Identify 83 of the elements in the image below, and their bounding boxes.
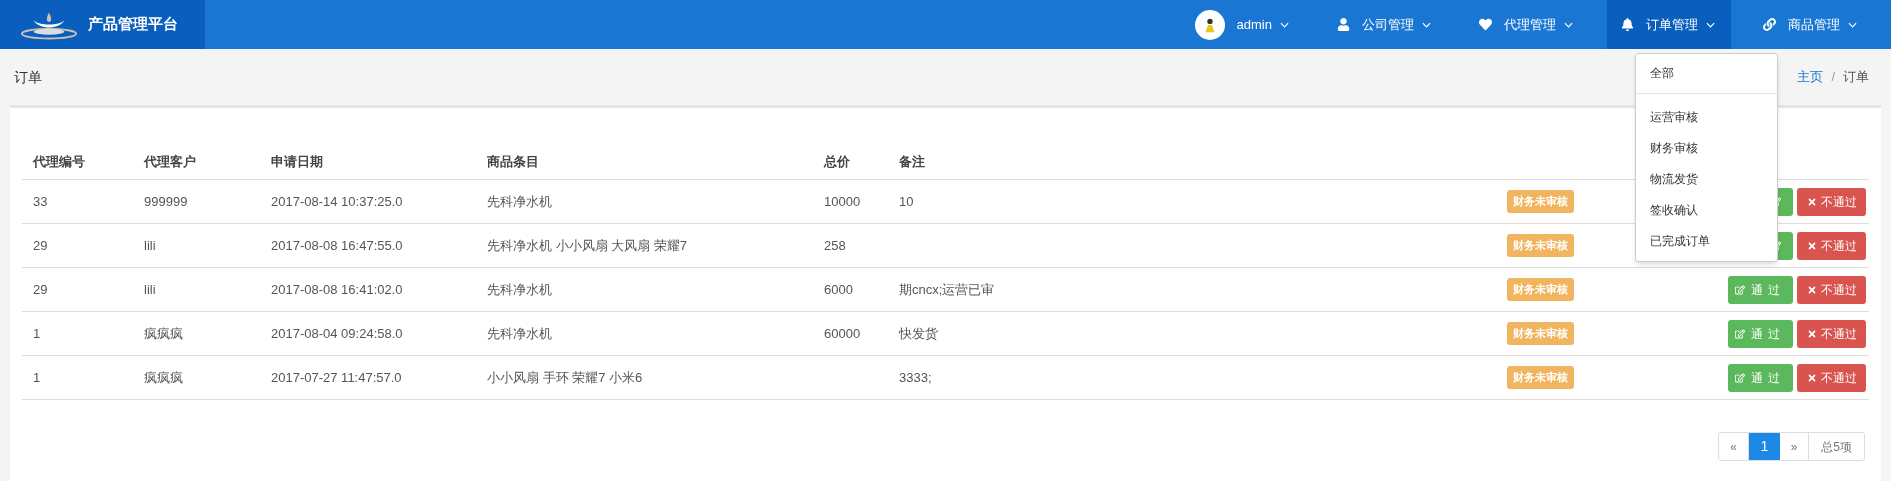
dropdown-item[interactable]: 物流发货	[1636, 164, 1777, 195]
reject-button[interactable]: 不通过	[1797, 363, 1866, 392]
column-header: 备注	[898, 153, 926, 172]
close-icon	[1806, 196, 1817, 207]
nav-menu-item[interactable]: 订单管理	[1607, 0, 1731, 49]
table-cell: 6000	[824, 281, 853, 297]
table-cell: 2017-08-08 16:47:55.0	[271, 237, 403, 253]
table-cell: 2017-08-14 10:37:25.0	[271, 193, 403, 209]
column-header: 总价	[822, 153, 851, 172]
column-header: 代理客户	[142, 153, 197, 172]
status-badge: 财务未审核	[1507, 278, 1574, 301]
table-cell: 2017-08-04 09:24:58.0	[271, 325, 403, 341]
heart-icon	[1479, 18, 1492, 31]
table-cell: 疯疯疯	[144, 325, 183, 341]
brand-title: 产品管理平台	[88, 14, 178, 35]
nav-menu-item[interactable]: 商品管理	[1749, 0, 1873, 49]
table-cell: lili	[144, 237, 156, 253]
table-cell: 先科净水机	[487, 193, 552, 209]
person-icon	[1337, 18, 1350, 31]
table-cell: 疯疯疯	[144, 369, 183, 385]
nav-menu-item[interactable]: 公司管理	[1323, 0, 1447, 49]
approve-button[interactable]: 通 过	[1728, 319, 1793, 348]
nav-menu-item[interactable]: 代理管理	[1465, 0, 1589, 49]
total-count: 总5项	[1820, 438, 1853, 456]
column-header: 申请日期	[270, 153, 324, 172]
table-cell: 258	[824, 237, 846, 253]
close-icon	[1806, 372, 1817, 383]
dropdown-item[interactable]: 已完成订单	[1636, 226, 1777, 257]
table-cell: 1	[33, 369, 41, 385]
link-icon	[1763, 18, 1776, 31]
close-icon	[1806, 328, 1817, 339]
chevron-down-icon	[1848, 21, 1857, 28]
table-cell: 快发货	[899, 325, 938, 341]
reject-button[interactable]: 不通过	[1797, 187, 1866, 216]
table-cell: 先科净水机 小小风扇 大风扇 荣耀7	[487, 237, 688, 253]
chevron-down-icon	[1280, 21, 1289, 28]
table-cell: 60000	[824, 325, 861, 341]
table-cell: 1	[33, 325, 41, 341]
table-cell: 10	[899, 193, 914, 209]
approve-button[interactable]: 通 过	[1728, 363, 1793, 392]
dropdown-item[interactable]: 运营审核	[1636, 102, 1777, 133]
edit-icon	[1734, 372, 1745, 383]
approve-button[interactable]: 通 过	[1728, 275, 1793, 304]
table-cell: 29	[33, 237, 48, 253]
table-cell: 999999	[144, 193, 188, 209]
status-badge: 财务未审核	[1507, 322, 1574, 345]
table-cell: 3333;	[899, 369, 932, 385]
next-page-button[interactable]: »	[1780, 433, 1809, 460]
status-badge: 财务未审核	[1507, 366, 1574, 389]
close-icon	[1806, 284, 1817, 295]
reject-button[interactable]: 不通过	[1797, 319, 1866, 348]
table-cell: lili	[144, 281, 156, 297]
table-cell: 10000	[824, 193, 861, 209]
reject-button[interactable]: 不通过	[1797, 231, 1866, 260]
table-cell: 33	[33, 193, 48, 209]
column-header: 代理编号	[31, 153, 86, 172]
chevron-down-icon	[1564, 21, 1573, 28]
chevron-down-icon	[1706, 21, 1715, 28]
table-cell: 2017-07-27 11:47:57.0	[271, 369, 402, 385]
table-cell: 小小风扇 手环 荣耀7 小米6	[487, 369, 643, 385]
status-badge: 财务未审核	[1507, 234, 1574, 257]
dropdown-item[interactable]: 签收确认	[1636, 195, 1777, 226]
reject-button[interactable]: 不通过	[1797, 275, 1866, 304]
breadcrumb-separator: /	[1831, 68, 1835, 87]
chevron-down-icon	[1422, 21, 1431, 28]
page-number-button[interactable]: 1	[1749, 433, 1780, 460]
table-cell: 2017-08-08 16:41:02.0	[271, 281, 403, 297]
edit-icon	[1734, 328, 1745, 339]
table-cell: 先科净水机	[487, 325, 552, 341]
edit-icon	[1734, 284, 1745, 295]
breadcrumb-link[interactable]: 主页	[1797, 67, 1824, 87]
column-header: 商品条目	[486, 153, 540, 172]
status-badge: 财务未审核	[1507, 190, 1574, 213]
table-cell: 期cncx;运营已审	[899, 281, 995, 297]
table-cell: 29	[33, 281, 48, 297]
breadcrumb-current: 订单	[1843, 68, 1869, 87]
nav-menu-item[interactable]: admin	[1180, 0, 1305, 49]
page-title: 订单	[14, 67, 42, 87]
dropdown-item[interactable]: 全部	[1636, 58, 1777, 94]
close-icon	[1806, 240, 1817, 251]
table-cell: 先科净水机	[487, 281, 552, 297]
bell-icon	[1621, 18, 1634, 31]
dropdown-item[interactable]: 财务审核	[1636, 133, 1777, 164]
